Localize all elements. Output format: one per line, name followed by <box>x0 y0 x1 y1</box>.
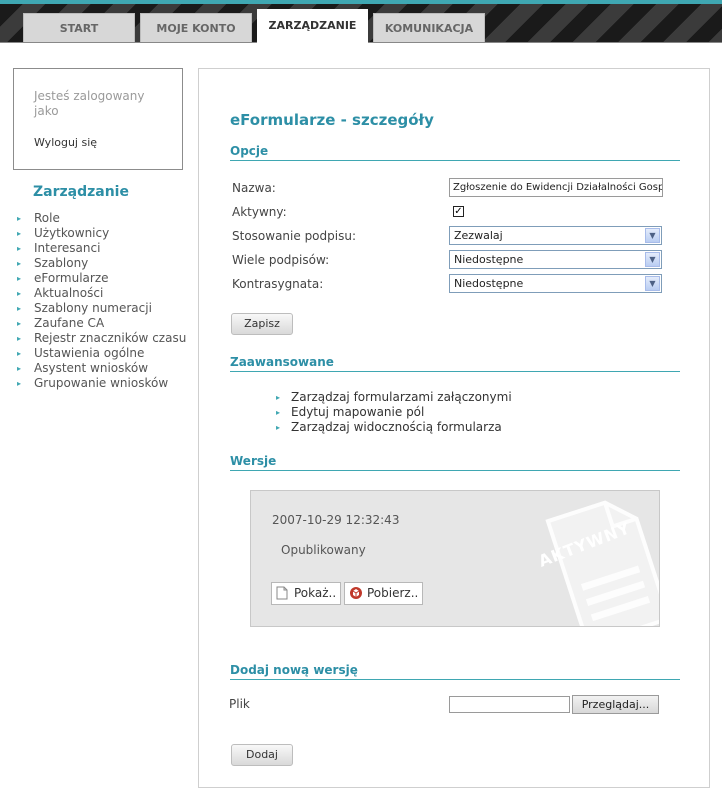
download-button-label: Pobierz.. <box>367 586 419 600</box>
show-button[interactable]: Pokaż.. <box>271 582 342 605</box>
version-date: 2007-10-29 12:32:43 <box>272 513 400 527</box>
bullet-icon: ▸ <box>276 408 281 417</box>
sidebar-item-role[interactable]: ▸ Role <box>17 211 186 226</box>
sidebar-item-interesanci[interactable]: ▸ Interesanci <box>17 241 186 256</box>
browse-button[interactable]: Przeglądaj... <box>572 695 659 714</box>
sidebar-item-asystent-wnioskow[interactable]: ▸ Asystent wniosków <box>17 361 186 376</box>
sidebar-item-szablony-numeracji[interactable]: ▸ Szablony numeracji <box>17 301 186 316</box>
multi-signatures-label: Wiele podpisów: <box>232 253 330 267</box>
countersign-select[interactable]: Niedostępne ▼ <box>449 274 662 293</box>
tab-komunikacja[interactable]: KOMUNIKACJA <box>373 13 485 42</box>
countersign-label: Kontrasygnata: <box>232 277 324 291</box>
link-manage-form-visibility[interactable]: ▸ Zarządzaj widocznością formularza <box>276 420 512 435</box>
sidebar-nav: ▸ Role ▸ Użytkownicy ▸ Interesanci ▸ Szablon… <box>17 211 186 391</box>
chevron-down-icon: ▼ <box>645 228 660 243</box>
save-button[interactable]: Zapisz <box>231 313 293 335</box>
file-label: Plik <box>229 697 250 711</box>
name-input[interactable]: Zgłoszenie do Ewidencji Działalności Gos… <box>449 178 663 197</box>
multi-signatures-select[interactable]: Niedostępne ▼ <box>449 250 662 269</box>
bullet-icon: ▸ <box>17 289 22 298</box>
signature-select-value: Zezwalaj <box>454 229 503 242</box>
section-heading-versions: Wersje <box>230 454 680 471</box>
page-title: eFormularze - szczegóły <box>230 111 434 129</box>
show-button-label: Pokaż.. <box>294 586 337 600</box>
bullet-icon: ▸ <box>276 393 281 402</box>
bullet-icon: ▸ <box>17 244 22 253</box>
name-label: Nazwa: <box>232 181 276 195</box>
bullet-icon: ▸ <box>17 334 22 343</box>
section-heading-advanced: Zaawansowane <box>230 355 680 372</box>
advanced-links: ▸ Zarządzaj formularzami załączonymi ▸ Edy… <box>276 390 512 435</box>
sidebar-item-eformularze[interactable]: ▸ eFormularze <box>17 271 186 286</box>
link-edit-field-mapping[interactable]: ▸ Edytuj mapowanie pól <box>276 405 512 420</box>
section-heading-new-version: Dodaj nową wersję <box>230 663 680 680</box>
bullet-icon: ▸ <box>17 274 22 283</box>
download-package-icon <box>350 587 362 599</box>
bullet-icon: ▸ <box>17 379 22 388</box>
sidebar-item-rejestr-znacznikow[interactable]: ▸ Rejestr znaczników czasu <box>17 331 186 346</box>
version-card: AKTYWNY 2007-10-29 12:32:43 Opublikowany… <box>250 490 660 627</box>
bullet-icon: ▸ <box>17 364 22 373</box>
tab-zarzadzanie[interactable]: ZARZĄDZANIE <box>257 9 368 43</box>
document-icon <box>276 586 288 600</box>
signature-select[interactable]: Zezwalaj ▼ <box>449 226 662 245</box>
bullet-icon: ▸ <box>17 229 22 238</box>
sidebar-item-zaufane-ca[interactable]: ▸ Zaufane CA <box>17 316 186 331</box>
tab-start[interactable]: START <box>23 13 135 42</box>
sidebar-item-aktualnosci[interactable]: ▸ Aktualności <box>17 286 186 301</box>
login-box: Jesteś zalogowany jako Wyloguj się <box>13 68 183 170</box>
chevron-down-icon: ▼ <box>645 252 660 267</box>
sidebar-item-szablony[interactable]: ▸ Szablony <box>17 256 186 271</box>
chevron-down-icon: ▼ <box>645 276 660 291</box>
sidebar-title: Zarządzanie <box>33 184 129 200</box>
active-checkbox[interactable]: ✓ <box>453 206 464 217</box>
add-button[interactable]: Dodaj <box>231 744 293 766</box>
multi-signatures-select-value: Niedostępne <box>454 253 524 266</box>
bullet-icon: ▸ <box>17 349 22 358</box>
countersign-select-value: Niedostępne <box>454 277 524 290</box>
bullet-icon: ▸ <box>276 423 281 432</box>
tab-moje-konto[interactable]: MOJE KONTO <box>140 13 252 42</box>
bullet-icon: ▸ <box>17 259 22 268</box>
download-button[interactable]: Pobierz.. <box>344 582 424 605</box>
link-manage-attached-forms[interactable]: ▸ Zarządzaj formularzami załączonymi <box>276 390 512 405</box>
sidebar-item-ustawienia-ogolne[interactable]: ▸ Ustawienia ogólne <box>17 346 186 361</box>
section-heading-options: Opcje <box>230 144 680 161</box>
logout-link[interactable]: Wyloguj się <box>34 136 97 149</box>
version-status: Opublikowany <box>281 543 366 557</box>
bullet-icon: ▸ <box>17 214 22 223</box>
bullet-icon: ▸ <box>17 319 22 328</box>
sidebar-item-uzytkownicy[interactable]: ▸ Użytkownicy <box>17 226 186 241</box>
file-path-input[interactable] <box>449 696 570 713</box>
login-status-text: Jesteś zalogowany jako <box>34 89 145 118</box>
signature-label: Stosowanie podpisu: <box>232 229 356 243</box>
bullet-icon: ▸ <box>17 304 22 313</box>
active-label: Aktywny: <box>232 205 287 219</box>
sidebar-item-grupowanie-wnioskow[interactable]: ▸ Grupowanie wniosków <box>17 376 186 391</box>
